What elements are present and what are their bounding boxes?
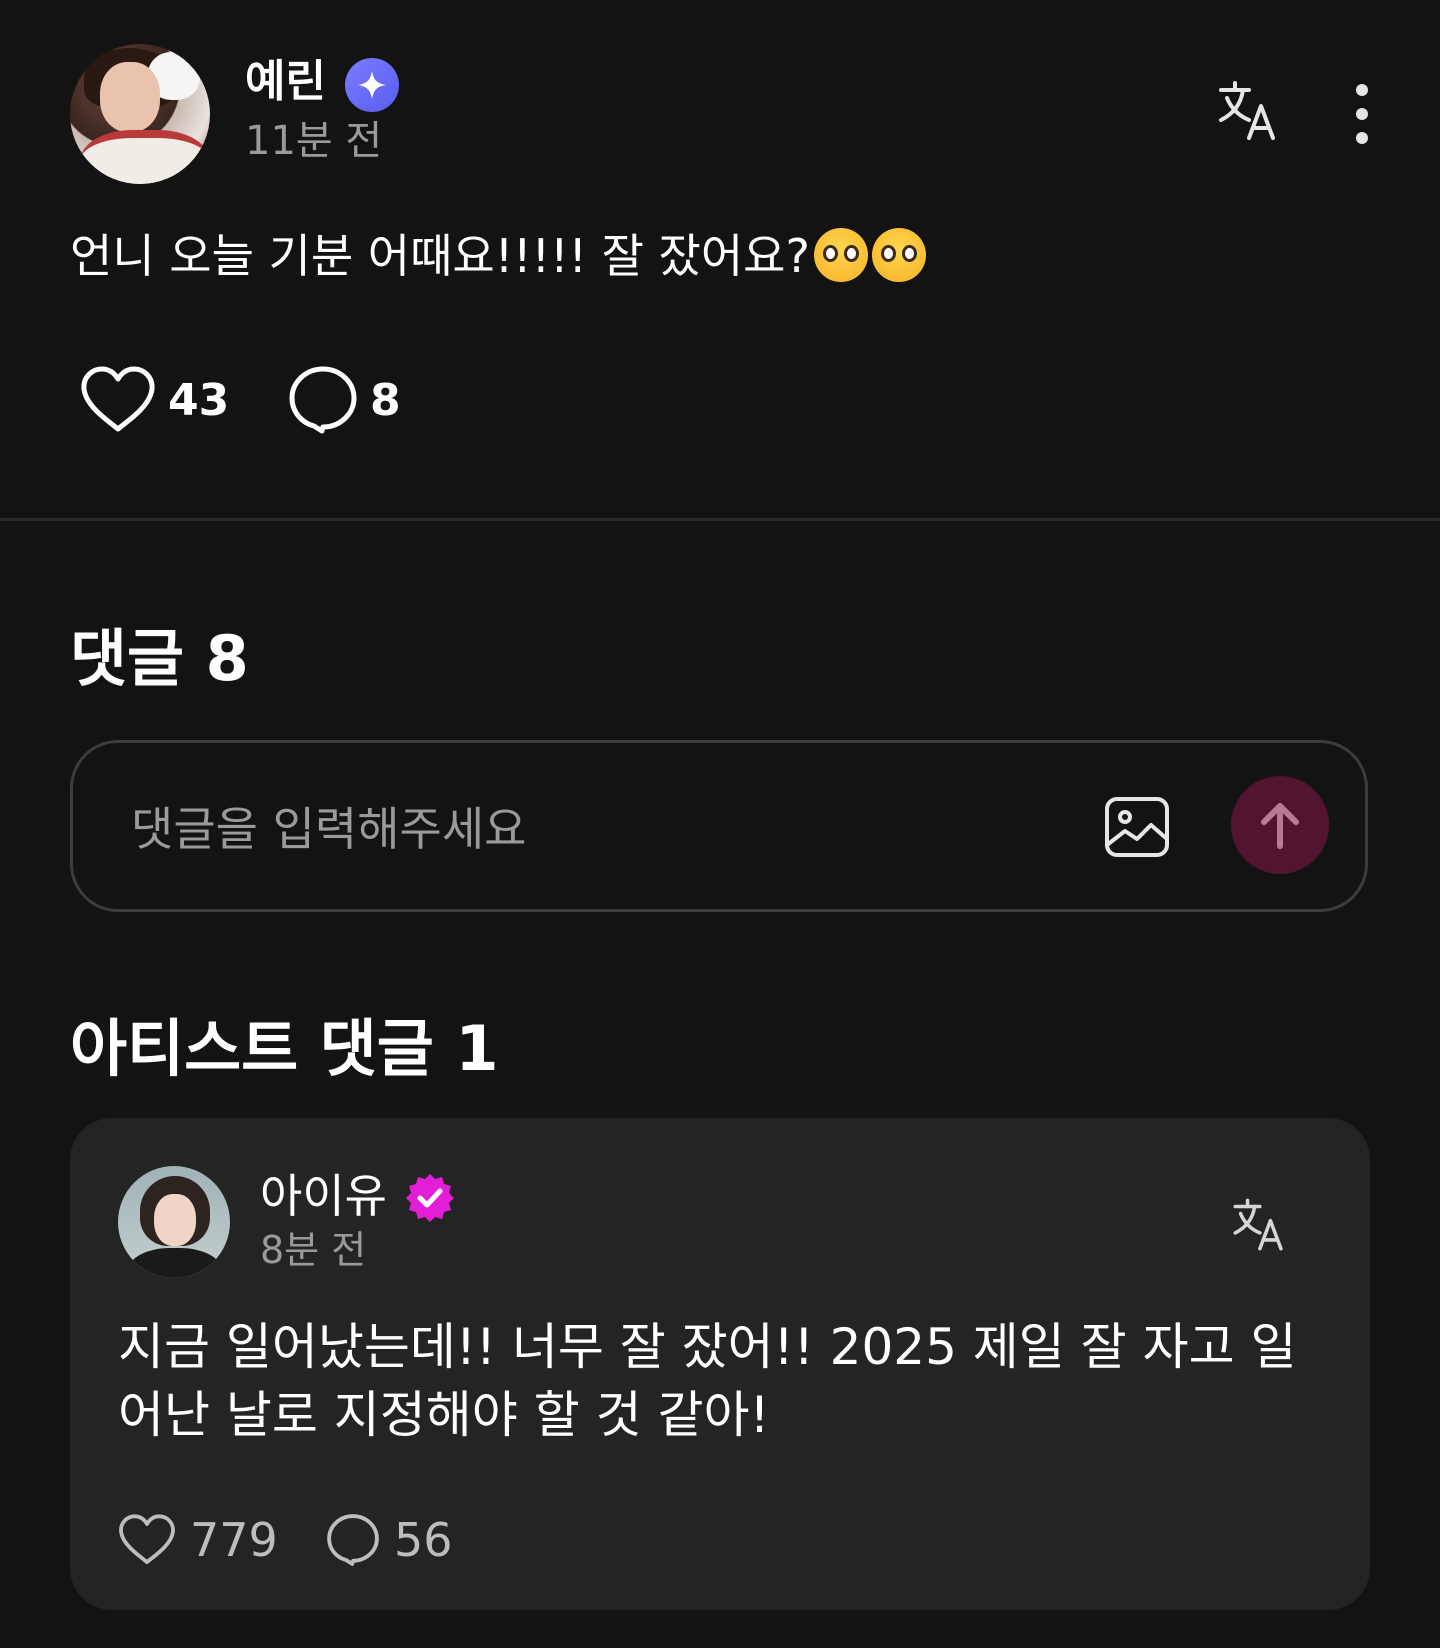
- heart-icon: [81, 366, 155, 432]
- comment-input[interactable]: [129, 783, 1033, 875]
- translate-icon[interactable]: [1230, 1196, 1288, 1254]
- like-count: 43: [168, 374, 230, 426]
- post-body-text: 언니 오늘 기분 어때요!!!!! 잘 잤어요?: [70, 229, 810, 283]
- pleading-face-emoji: [813, 228, 868, 282]
- like-button[interactable]: 779: [118, 1500, 278, 1580]
- post-body: 언니 오늘 기분 어때요!!!!! 잘 잤어요?: [70, 225, 926, 287]
- verified-check-badge-icon: [404, 1172, 456, 1224]
- pleading-face-emoji: [871, 228, 926, 282]
- post-detail-page: 예린 11분 전 언니 오늘 기분 어때요!!!!! 잘 잤어요? 43 8 댓…: [0, 0, 1440, 1648]
- artist-comments-title: 아티스트 댓글 1: [70, 1012, 499, 1085]
- reply-button[interactable]: 56: [326, 1500, 453, 1580]
- heart-icon: [119, 1514, 175, 1565]
- send-button[interactable]: [1231, 776, 1329, 874]
- reply-count: 56: [394, 1513, 453, 1567]
- more-options-icon[interactable]: [1352, 82, 1372, 146]
- like-count: 779: [190, 1513, 278, 1567]
- comment-button[interactable]: 8: [288, 360, 401, 440]
- comment-count: 8: [370, 374, 401, 426]
- post-time: 11분 전: [245, 118, 383, 164]
- sparkle-badge-icon: [345, 58, 399, 112]
- artist-comment-time: 8분 전: [260, 1228, 367, 1272]
- like-button[interactable]: 43: [80, 360, 229, 440]
- arrow-up-icon: [1261, 803, 1299, 849]
- artist-comment-card[interactable]: 아이유 8분 전 지금 일어났는데!! 너무 잘 잤어!! 2025 제일 잘 …: [70, 1118, 1370, 1610]
- comment-bubble-icon: [327, 1514, 379, 1566]
- section-divider: [0, 518, 1440, 521]
- comment-input-box: [70, 740, 1368, 912]
- translate-icon[interactable]: [1215, 78, 1281, 144]
- comment-bubble-icon: [289, 366, 357, 434]
- artist-comment-body: 지금 일어났는데!! 너무 잘 잤어!! 2025 제일 잘 자고 일어난 날로…: [118, 1318, 1297, 1444]
- comments-title: 댓글 8: [70, 622, 249, 695]
- image-attach-icon[interactable]: [1103, 793, 1171, 861]
- artist-avatar[interactable]: [118, 1166, 230, 1278]
- author-name[interactable]: 예린: [245, 54, 326, 110]
- author-avatar[interactable]: [70, 44, 210, 184]
- post-header: 예린 11분 전: [70, 44, 1380, 184]
- artist-name[interactable]: 아이유: [260, 1168, 387, 1224]
